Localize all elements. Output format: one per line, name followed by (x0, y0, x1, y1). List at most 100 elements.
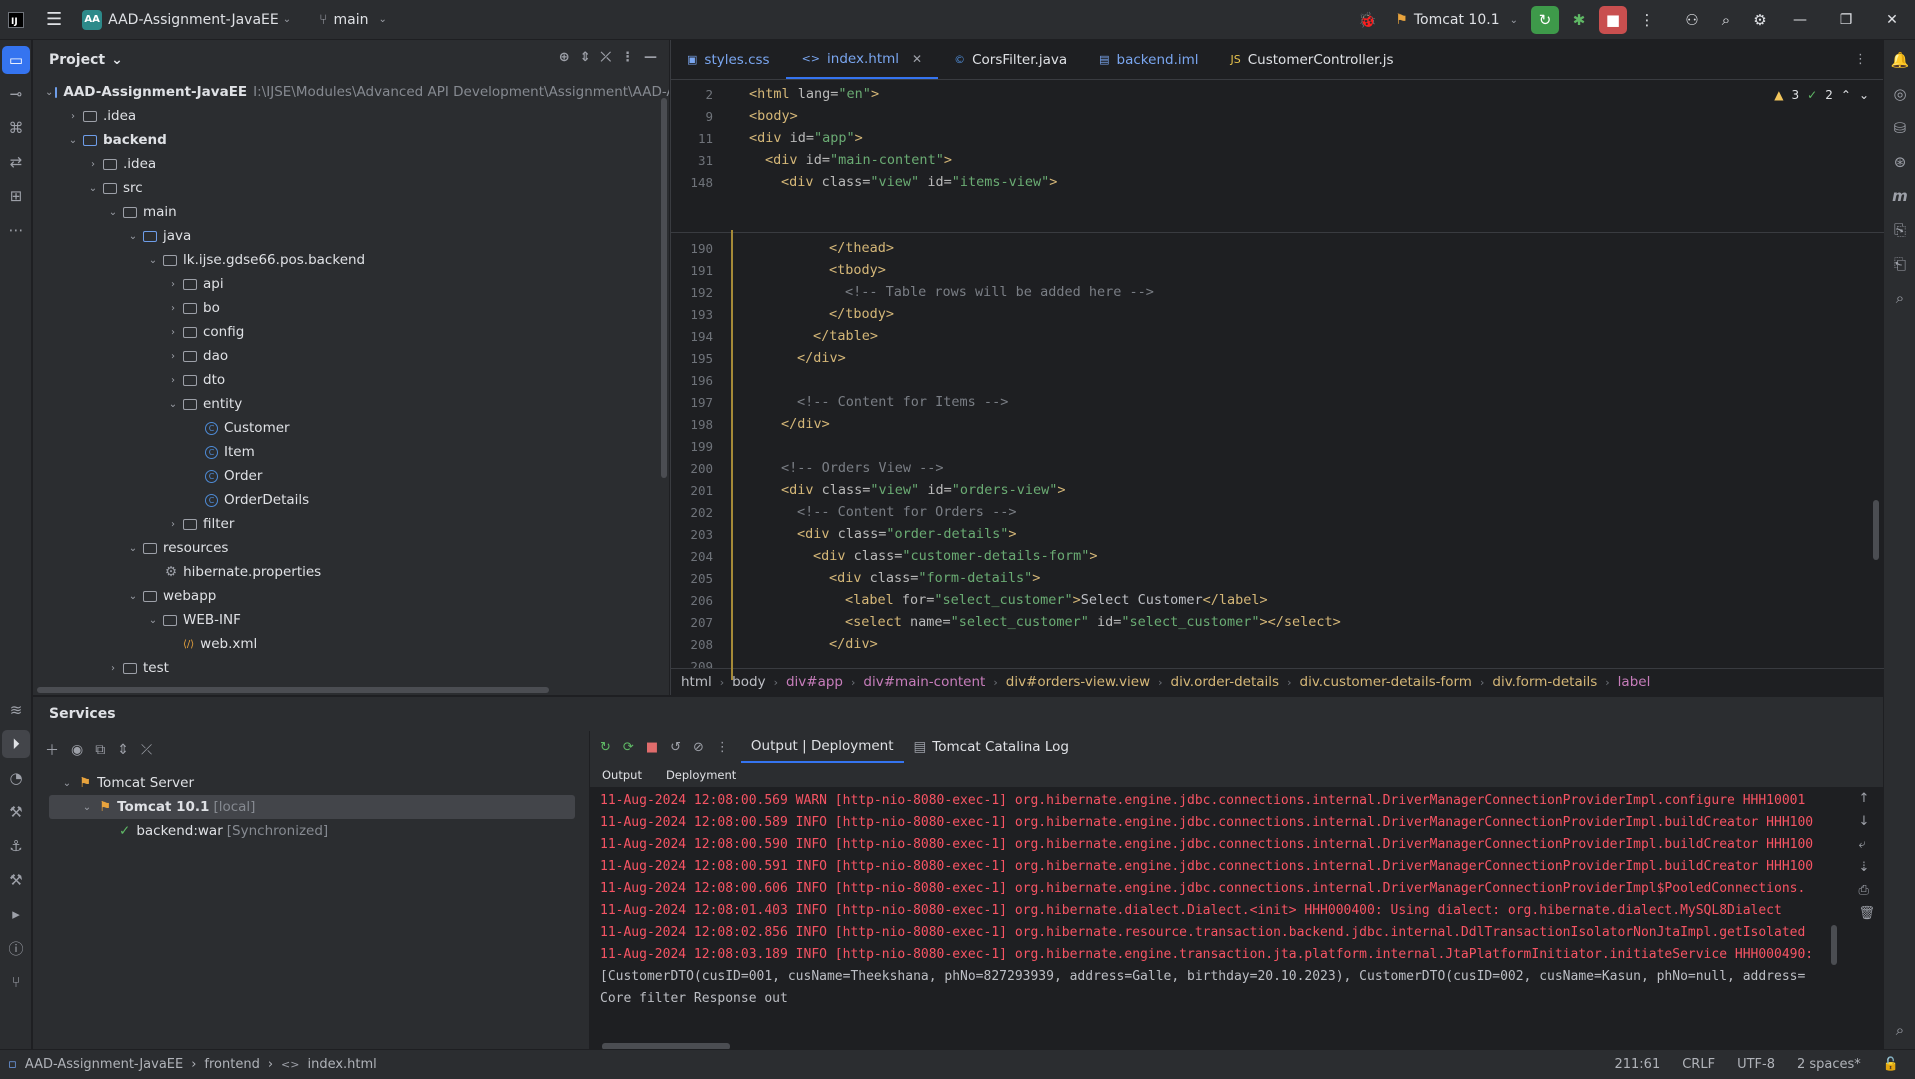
collapse-icon[interactable]: ⤫ (141, 742, 152, 758)
tree-item[interactable]: › api (33, 272, 669, 296)
tree-item[interactable]: ⌄ main (33, 200, 669, 224)
code-line[interactable]: 204 <div class="customer-details-form"> (671, 545, 1884, 567)
line-number[interactable]: 190 (671, 241, 713, 256)
tab-index-html[interactable]: <> index.html ✕ (785, 40, 939, 79)
more-icon[interactable]: ⋮ (716, 740, 729, 755)
line-number[interactable]: 207 (671, 615, 713, 630)
clear-trash-icon[interactable]: 🗑 (1858, 906, 1875, 921)
tree-item[interactable]: ⚙ hibernate.properties (33, 560, 669, 584)
code-line[interactable]: 197 <!-- Content for Items --> (671, 391, 1884, 413)
line-number[interactable]: 2 (671, 87, 713, 102)
layers-icon[interactable]: ≋ (2, 696, 30, 724)
line-number[interactable]: 208 (671, 637, 713, 652)
code-line[interactable]: 205 <div class="form-details"> (671, 567, 1884, 589)
stop-button[interactable]: ■ (1599, 6, 1627, 34)
scroll-up-icon[interactable]: ↑ (1858, 791, 1875, 806)
chevron-down-icon[interactable]: ⌄ (165, 399, 181, 410)
line-number[interactable]: 194 (671, 329, 713, 344)
caret-position[interactable]: 211:61 (1614, 1057, 1660, 1072)
line-number[interactable]: 31 (671, 153, 713, 168)
database-icon[interactable]: ⛁ (1886, 114, 1914, 142)
code-line[interactable]: 9 <body> (671, 105, 1884, 127)
chevron-right-icon[interactable]: › (165, 303, 181, 314)
line-number[interactable]: 206 (671, 593, 713, 608)
clipboard-icon[interactable]: ⎗ (1886, 250, 1914, 278)
scroll-to-end-icon[interactable]: ⇣ (1858, 860, 1875, 875)
debug-icon[interactable]: ✱ (1565, 6, 1593, 34)
tab-backend-iml[interactable]: ▤ backend.iml (1083, 40, 1214, 79)
expand-icon[interactable]: ⇕ (117, 742, 129, 758)
search-icon[interactable]: ⌕ (1712, 6, 1740, 34)
hammer-icon[interactable]: ⚒ (2, 866, 30, 894)
chevron-down-icon[interactable]: ⌄ (105, 207, 121, 218)
tab-customercontroller-js[interactable]: JS CustomerController.js (1215, 40, 1410, 79)
chevron-down-icon[interactable]: ⌄ (85, 183, 101, 194)
chevron-down-icon[interactable]: ⌄ (125, 591, 141, 602)
tree-item[interactable]: › test (33, 656, 669, 680)
inspection-widget[interactable]: ▲ 3 ✓ 2 ⌃ ⌄ (1774, 88, 1869, 102)
settings-gear-icon[interactable]: ⚙ (1746, 6, 1774, 34)
collapse-all-icon[interactable]: ⤫ (601, 50, 611, 65)
tree-item[interactable]: ⌄ entity (33, 392, 669, 416)
breadcrumb-item[interactable]: div.order-details (1171, 674, 1280, 690)
chevron-right-icon[interactable]: › (165, 351, 181, 362)
line-number[interactable]: 203 (671, 527, 713, 542)
line-number[interactable]: 148 (671, 175, 713, 190)
print-icon[interactable]: ⎙ (1858, 883, 1875, 898)
hide-icon[interactable]: — (644, 50, 657, 65)
find-icon[interactable]: ⌕ (1886, 1016, 1914, 1044)
line-number[interactable]: 195 (671, 351, 713, 366)
line-number[interactable]: 198 (671, 417, 713, 432)
breadcrumb-item[interactable]: div.form-details (1492, 674, 1597, 690)
soft-wrap-icon[interactable]: ⤶ (1858, 837, 1875, 852)
add-service-icon[interactable]: ＋ (45, 740, 59, 760)
subtab-deployment[interactable]: Deployment (666, 768, 736, 782)
subtab-output[interactable]: Output (602, 768, 642, 782)
tab-styles-css[interactable]: ▣ styles.css (671, 40, 786, 79)
tree-item[interactable]: ⌄ backend (33, 128, 669, 152)
line-number[interactable]: 197 (671, 395, 713, 410)
tree-item[interactable]: › bo (33, 296, 669, 320)
file-encoding[interactable]: UTF-8 (1737, 1057, 1775, 1072)
services-tool-icon[interactable]: ⏵ (2, 730, 30, 758)
line-number[interactable]: 9 (671, 109, 713, 124)
project-name[interactable]: AAD-Assignment-JavaEE (108, 12, 279, 28)
chevron-right-icon[interactable]: › (105, 663, 121, 674)
tree-item[interactable]: ⌄ resources (33, 536, 669, 560)
code-area[interactable]: 190 </thead> 191 <tbody> 192 <!-- Table rows … (671, 237, 1884, 703)
stop-icon[interactable]: ■ (646, 740, 658, 755)
indent-setting[interactable]: 2 spaces* (1797, 1057, 1861, 1072)
tree-item[interactable]: ⌄ WEB-INF (33, 608, 669, 632)
main-menu-icon[interactable]: ☰ (46, 9, 62, 30)
console-vertical-scrollbar[interactable] (1831, 925, 1837, 965)
expand-all-icon[interactable]: ⇕ (580, 50, 591, 65)
ai-assistant-icon[interactable]: ◎ (1886, 80, 1914, 108)
tree-item[interactable]: C Customer (33, 416, 669, 440)
tree-item[interactable]: C Order (33, 464, 669, 488)
deploy-icon[interactable]: ⊘ (693, 740, 704, 755)
line-number[interactable]: 191 (671, 263, 713, 278)
code-line[interactable]: 2 <html lang="en"> (671, 83, 1884, 105)
structure-icon[interactable]: ⌘ (2, 114, 30, 142)
previous-highlight-icon[interactable]: ⌃ (1841, 88, 1851, 102)
chevron-down-icon[interactable]: ⌄ (125, 231, 141, 242)
tab-corsfilter-java[interactable]: © CorsFilter.java (938, 40, 1083, 79)
project-vertical-scrollbar[interactable] (661, 98, 667, 478)
code-line[interactable]: 195 </div> (671, 347, 1884, 369)
tree-item[interactable]: C Item (33, 440, 669, 464)
code-line[interactable]: 199 (671, 435, 1884, 457)
chevron-right-icon[interactable]: › (165, 327, 181, 338)
tabs-more-icon[interactable]: ⋮ (1854, 40, 1867, 79)
status-crumb[interactable]: frontend (204, 1057, 259, 1072)
tree-item[interactable]: C OrderDetails (33, 488, 669, 512)
code-line[interactable]: 208 </div> (671, 633, 1884, 655)
line-number[interactable]: 204 (671, 549, 713, 564)
line-number[interactable]: 192 (671, 285, 713, 300)
more-tools-icon[interactable]: ⋯ (2, 216, 30, 244)
code-line[interactable]: 190 </thead> (671, 237, 1884, 259)
pull-requests-icon[interactable]: ⇄ (2, 148, 30, 176)
breadcrumb-item[interactable]: div#app (786, 674, 843, 690)
breadcrumb-item[interactable]: body (732, 674, 765, 690)
code-line[interactable]: 201 <div class="view" id="orders-view"> (671, 479, 1884, 501)
tree-item[interactable]: › config (33, 320, 669, 344)
